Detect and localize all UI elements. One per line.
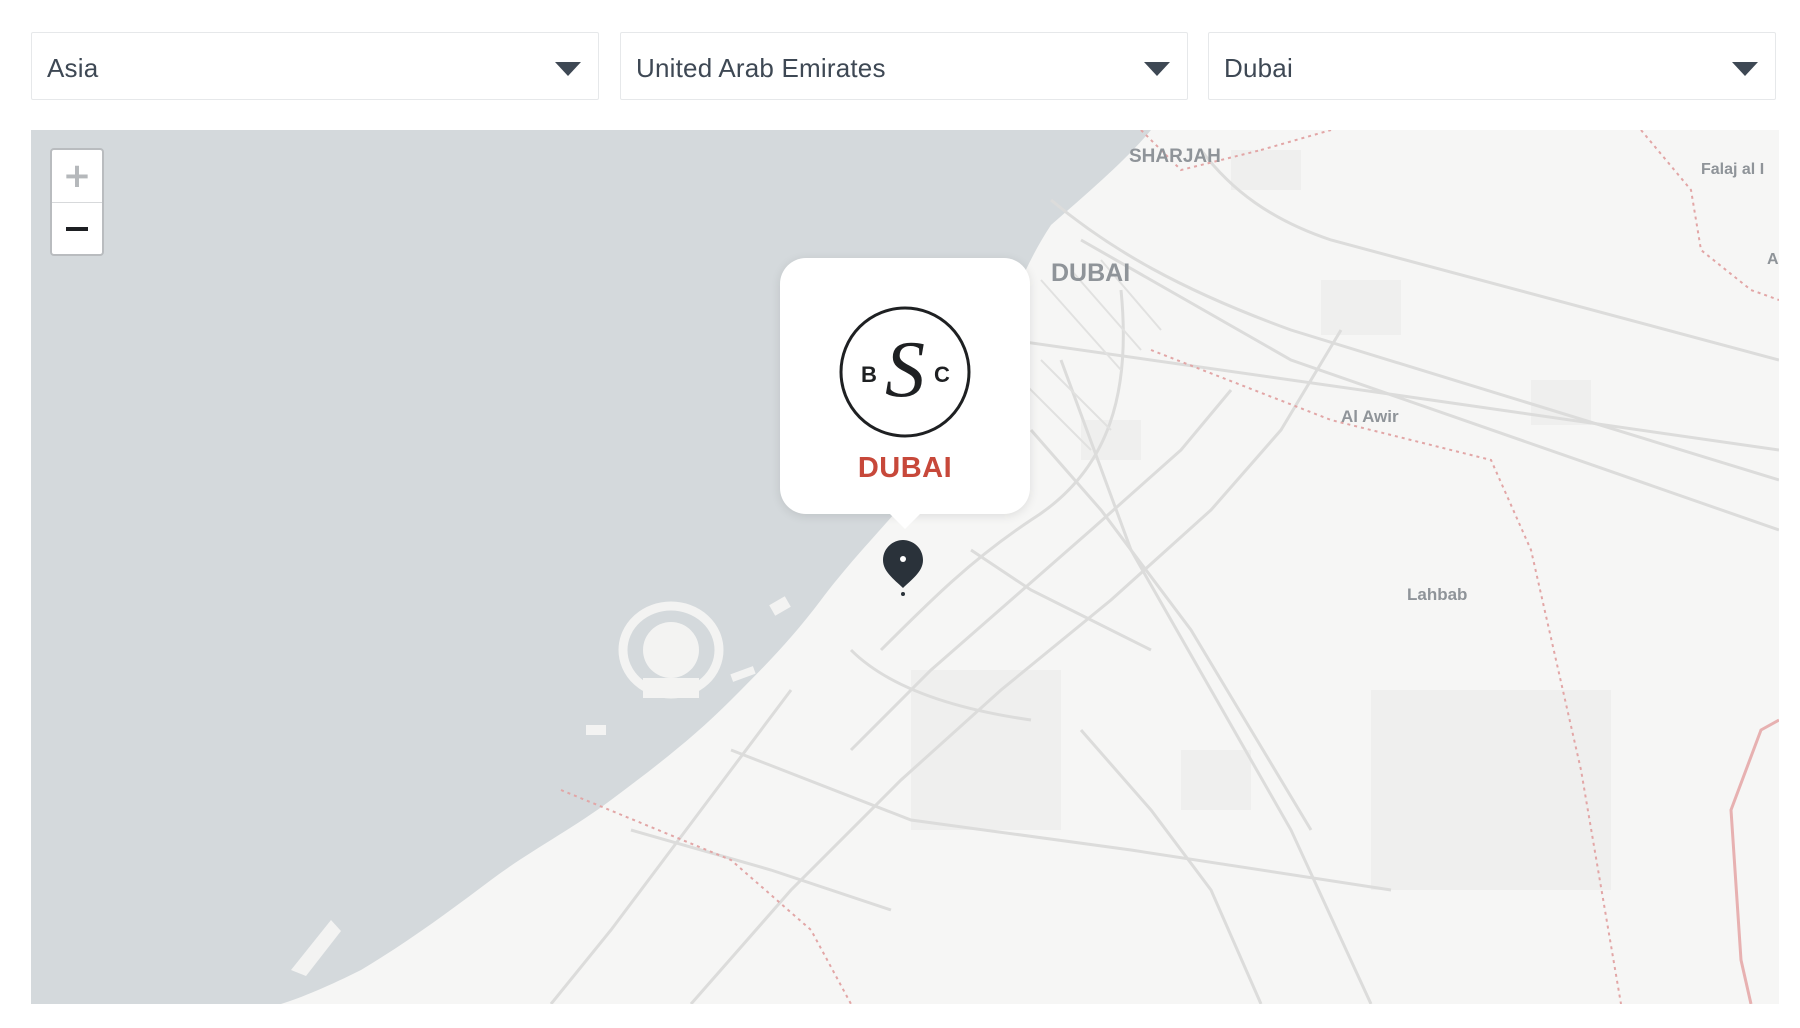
city-select[interactable]: Dubai (1208, 32, 1776, 100)
bsc-logo: B S C (839, 306, 971, 438)
chevron-down-icon (1144, 62, 1170, 76)
label-dubai: DUBAI (1051, 259, 1130, 287)
minus-icon (66, 227, 88, 231)
chevron-down-icon (1732, 62, 1758, 76)
popup-pointer (889, 513, 921, 529)
logo-letter-left: B (861, 362, 877, 387)
region-select[interactable]: Asia (31, 32, 599, 100)
chevron-down-icon (555, 62, 581, 76)
zoom-out-button[interactable] (52, 203, 102, 255)
label-sharjah: SHARJAH (1129, 146, 1221, 167)
logo-letter-center: S (885, 326, 925, 414)
country-select-value: United Arab Emirates (636, 53, 886, 83)
map-pin-icon[interactable] (881, 538, 925, 596)
label-al-awir: Al Awir (1341, 407, 1399, 426)
zoom-control: + (50, 148, 104, 256)
country-select[interactable]: United Arab Emirates (620, 32, 1188, 100)
logo-letter-right: C (934, 362, 950, 387)
label-falaj: Falaj al I (1701, 161, 1764, 178)
zoom-in-button[interactable]: + (52, 150, 102, 203)
label-lahbab: Lahbab (1407, 585, 1467, 604)
location-filters: Asia United Arab Emirates Dubai (31, 32, 1779, 102)
location-popup[interactable]: B S C DUBAI (780, 258, 1030, 529)
popup-city-name: DUBAI (857, 452, 953, 484)
label-edge-a: A (1767, 251, 1779, 268)
city-select-value: Dubai (1224, 53, 1293, 83)
region-select-value: Asia (47, 53, 99, 83)
map-view[interactable]: SHARJAH DUBAI Falaj al I A Al Awir Lahba… (31, 130, 1779, 1004)
